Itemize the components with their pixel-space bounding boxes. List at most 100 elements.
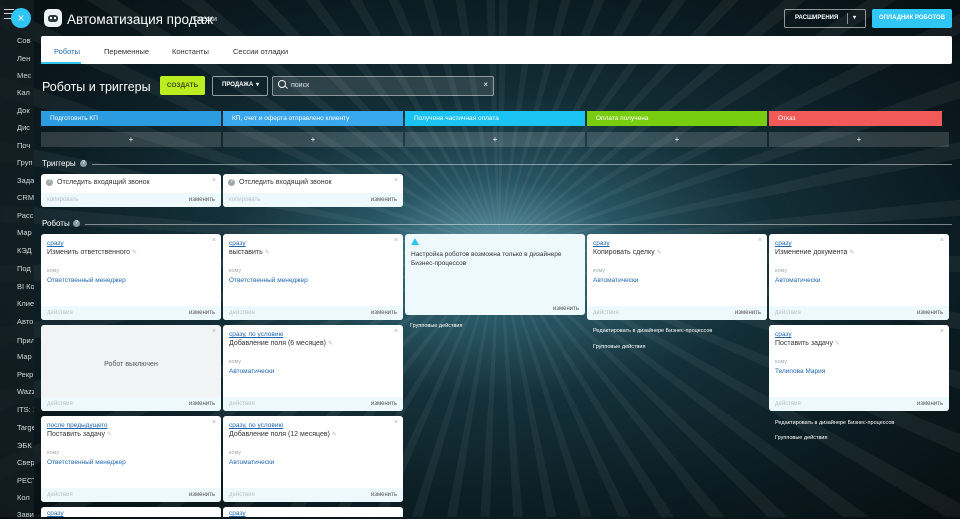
robot-card-disabled[interactable]: Робот выключен × действия изменить [41,325,221,411]
responsible-value[interactable]: Автоматически [775,277,820,284]
responsible-value[interactable]: Ответственный менеджер [47,459,126,466]
help-icon[interactable]: ? [73,220,80,227]
search-input[interactable] [291,80,471,91]
edit-link[interactable]: изменить [917,310,943,316]
tab-constants[interactable]: Константы [172,47,209,56]
edit-link[interactable]: изменить [371,401,397,407]
edit-link[interactable]: изменить [189,492,215,498]
close-button[interactable]: × [11,8,31,28]
pencil-icon[interactable]: ✎ [835,341,840,347]
sidebar-item[interactable]: Клие [17,299,34,308]
robot-delay[interactable]: сразу [229,240,246,247]
sidebar-item[interactable]: Мес [17,71,34,80]
robot-card[interactable]: сразу Изменение документа ✎ × кому Автом… [769,234,949,320]
sidebar-item[interactable]: Wazz [17,387,34,396]
sidebar-item[interactable]: КЭД [17,246,34,255]
robot-delay[interactable]: сразу [47,240,64,247]
sidebar-item[interactable]: BI Ко [17,282,34,291]
sidebar-item[interactable]: Рекр [17,370,34,379]
pencil-icon[interactable]: ✎ [107,432,112,438]
robot-delay[interactable]: сразу [593,240,610,247]
sidebar-item[interactable]: Груп [17,158,34,167]
pencil-icon[interactable]: ✎ [265,250,270,256]
sidebar-item[interactable]: Кол [17,493,34,502]
sidebar-item[interactable]: Мар [17,228,34,237]
close-icon[interactable]: × [212,177,216,184]
edit-link[interactable]: изменить [371,492,397,498]
add-robot-button[interactable]: + [769,132,949,147]
edit-in-designer-link[interactable]: Редактировать в дизайнере Бизнес-процесс… [775,420,894,426]
actions-link[interactable]: действия [229,310,255,316]
responsible-value[interactable]: Ответственный менеджер [47,277,126,284]
edit-link[interactable]: изменить [553,306,579,312]
help-icon[interactable]: ? [80,160,87,167]
debugger-button[interactable]: ОПЛАДНИК РОБОТОВ [872,9,952,28]
robot-card[interactable]: сразу, по условию Добавление поля (6 мес… [223,325,403,411]
search-box[interactable]: × [272,76,494,96]
chevron-down-icon[interactable]: ▾ [853,14,856,21]
sidebar-item[interactable]: Прил [17,336,34,345]
sidebar-item[interactable]: Поч [17,141,34,150]
sidebar-item[interactable]: РЕСТ [17,476,34,485]
sidebar-item[interactable]: Сов [17,36,34,45]
robot-card[interactable]: после предыдущего Поставить задачу ✎ × к… [41,416,221,502]
copy-link[interactable]: копировать [229,197,261,203]
clear-icon[interactable]: × [483,80,488,89]
close-icon[interactable]: × [758,237,762,244]
sidebar-item[interactable]: Авто [17,317,34,326]
robot-card[interactable]: сразу Копировать сделку ✎ × кому Автомат… [587,234,767,320]
robot-card[interactable]: сразу [223,507,403,517]
actions-link[interactable]: действия [593,310,619,316]
responsible-value[interactable]: Автоматически [229,368,274,375]
sidebar-item[interactable]: Зада [17,176,34,185]
robot-card[interactable]: сразу Поставить задачу ✎ × кому Телипова… [769,325,949,411]
robot-delay[interactable]: сразу [47,510,64,517]
sidebar-item[interactable]: Дис [17,123,34,132]
close-icon[interactable]: × [394,328,398,335]
sidebar-item[interactable]: Свер [17,458,34,467]
responsible-value[interactable]: Автоматически [229,459,274,466]
actions-link[interactable]: действия [47,401,73,407]
sidebar-item[interactable]: Targe [17,423,34,432]
pencil-icon[interactable]: ✎ [132,250,137,256]
sidebar-item[interactable]: Кал [17,88,34,97]
group-actions-link[interactable]: Групповые действия [775,435,827,441]
robot-delay[interactable]: сразу, по условию [229,422,283,429]
trigger-card[interactable]: ? Отследить входящий звонок × копировать… [223,174,403,207]
trigger-card[interactable]: ? Отследить входящий звонок × копировать… [41,174,221,207]
responsible-value[interactable]: Автоматически [593,277,638,284]
edit-link[interactable]: изменить [371,197,397,203]
robot-delay[interactable]: сразу [229,510,246,517]
edit-link[interactable]: изменить [189,401,215,407]
robot-delay[interactable]: сразу [775,331,792,338]
add-robot-button[interactable]: + [405,132,585,147]
sidebar-item[interactable]: ЭБК [17,441,34,450]
edit-link[interactable]: изменить [371,310,397,316]
responsible-value[interactable]: Телипова Мария [775,368,825,375]
add-robot-button[interactable]: + [587,132,767,147]
robot-card[interactable]: сразу [41,507,221,517]
pencil-icon[interactable]: ✎ [657,250,662,256]
close-icon[interactable]: × [212,237,216,244]
close-icon[interactable]: × [394,419,398,426]
close-icon[interactable]: × [394,177,398,184]
close-icon[interactable]: × [212,328,216,335]
close-icon[interactable]: × [940,328,944,335]
sidebar-item[interactable]: Зави [17,510,34,519]
robot-card[interactable]: сразу, по условию Добавление поля (12 ме… [223,416,403,502]
sidebar-item[interactable]: Док [17,106,34,115]
extensions-button[interactable]: РАСШИРЕНИЯ ▾ [784,9,866,28]
tab-robots[interactable]: Роботы [54,47,80,56]
close-icon[interactable]: × [394,237,398,244]
funnel-select[interactable]: ПРОДАЖА ▾ [212,76,268,96]
copy-link[interactable]: копировать [47,197,79,203]
tab-debug-sessions[interactable]: Сессии отладки [233,47,288,56]
edit-link[interactable]: изменить [917,401,943,407]
actions-link[interactable]: действия [775,310,801,316]
actions-link[interactable]: действия [775,401,801,407]
actions-link[interactable]: действия [47,492,73,498]
actions-link[interactable]: действия [229,401,255,407]
edit-link[interactable]: изменить [189,310,215,316]
tab-variables[interactable]: Переменные [104,47,149,56]
add-robot-button[interactable]: + [41,132,221,147]
